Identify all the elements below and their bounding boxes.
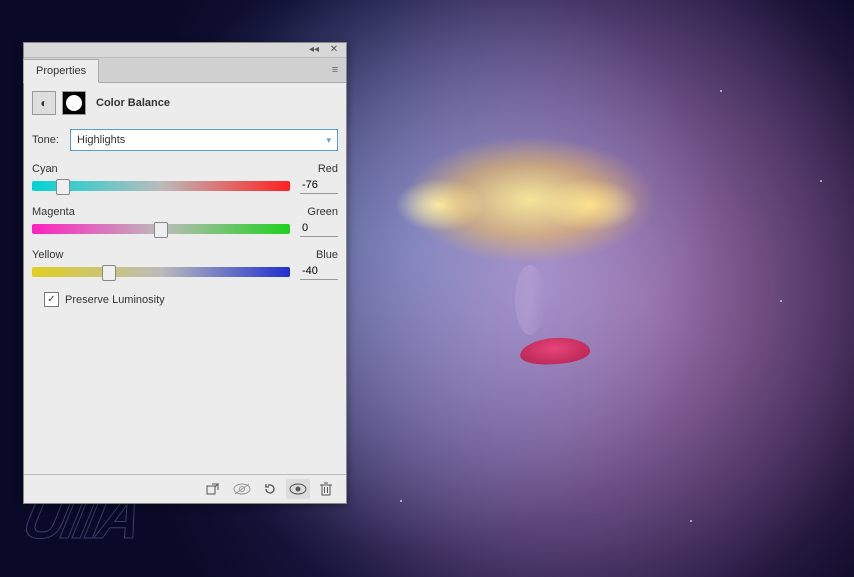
artwork-lips: [519, 336, 591, 367]
slider-left-label: Magenta: [32, 206, 75, 218]
panel-body: ◐ Color Balance Tone: Highlights ▾ Cyan R…: [24, 83, 346, 307]
slider-thumb[interactable]: [154, 222, 168, 238]
slider-right-label: Blue: [316, 249, 338, 261]
slider-left-label: Yellow: [32, 249, 63, 261]
artwork-nose: [515, 265, 545, 335]
slider-yellow-blue: Yellow Blue: [32, 249, 338, 280]
properties-panel: ◂◂ ✕ Properties ≡ ◐ Color Balance Tone: …: [23, 42, 347, 504]
slider-thumb[interactable]: [102, 265, 116, 281]
slider-value-input[interactable]: [300, 263, 338, 280]
tone-label: Tone:: [32, 134, 64, 146]
star: [400, 500, 402, 502]
slider-track[interactable]: [32, 267, 290, 277]
chevron-down-icon: ▾: [326, 135, 331, 146]
tab-bar: Properties ≡: [24, 58, 346, 83]
tone-select[interactable]: Highlights ▾: [70, 129, 338, 151]
slider-right-label: Green: [307, 206, 338, 218]
tab-properties[interactable]: Properties: [23, 59, 99, 83]
slider-value-input[interactable]: [300, 177, 338, 194]
collapse-icon[interactable]: ◂◂: [308, 44, 320, 56]
slider-cyan-red: Cyan Red: [32, 163, 338, 194]
preserve-luminosity-checkbox[interactable]: ✓: [44, 292, 59, 307]
slider-track[interactable]: [32, 181, 290, 191]
adjustment-header: ◐ Color Balance: [32, 91, 338, 115]
visibility-icon[interactable]: [286, 479, 310, 499]
clip-to-layer-icon[interactable]: [202, 479, 226, 499]
tab-spacer: [99, 58, 324, 82]
star: [720, 90, 722, 92]
view-previous-icon[interactable]: [230, 479, 254, 499]
slider-left-label: Cyan: [32, 163, 58, 175]
layer-mask-icon[interactable]: [62, 91, 86, 115]
color-balance-icon[interactable]: ◐: [32, 91, 56, 115]
star: [820, 180, 822, 182]
panel-footer: [24, 474, 346, 503]
adjustment-title: Color Balance: [96, 97, 170, 109]
tone-row: Tone: Highlights ▾: [32, 129, 338, 151]
slider-value-input[interactable]: [300, 220, 338, 237]
slider-magenta-green: Magenta Green: [32, 206, 338, 237]
panel-menu-icon[interactable]: ≡: [324, 58, 346, 82]
star: [780, 300, 782, 302]
preserve-luminosity-row: ✓ Preserve Luminosity: [44, 292, 338, 307]
slider-track[interactable]: [32, 224, 290, 234]
panel-titlebar: ◂◂ ✕: [24, 43, 346, 58]
close-icon[interactable]: ✕: [328, 44, 340, 56]
slider-right-label: Red: [318, 163, 338, 175]
reset-icon[interactable]: [258, 479, 282, 499]
tone-value: Highlights: [77, 134, 125, 146]
slider-thumb[interactable]: [56, 179, 70, 195]
delete-icon[interactable]: [314, 479, 338, 499]
preserve-luminosity-label: Preserve Luminosity: [65, 294, 165, 306]
tab-label: Properties: [36, 65, 86, 77]
star: [690, 520, 692, 522]
